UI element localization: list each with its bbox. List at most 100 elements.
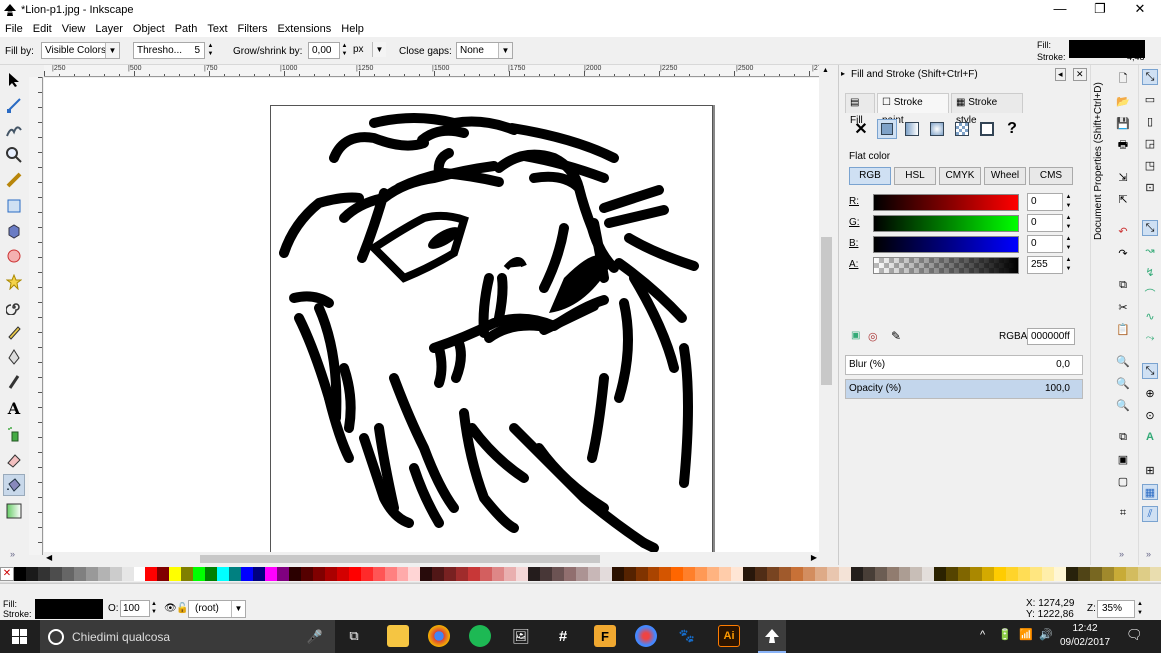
rgba-input[interactable]: 000000ff (1027, 328, 1075, 345)
drawing-canvas[interactable] (44, 78, 819, 552)
palette-swatch[interactable] (1077, 567, 1090, 581)
palette-swatch[interactable] (826, 567, 839, 581)
palette-swatch[interactable] (695, 567, 708, 581)
palette-swatch[interactable] (898, 567, 911, 581)
palette-swatch[interactable] (671, 567, 684, 581)
palette-swatch[interactable] (1018, 567, 1031, 581)
xml-editor-icon[interactable]: ⌗ (1115, 505, 1131, 521)
action-center-icon[interactable]: 🗨 (1126, 627, 1143, 643)
no-paint-icon[interactable]: ✕ (851, 119, 871, 139)
menu-file[interactable]: File (0, 23, 28, 35)
palette-swatch[interactable] (468, 567, 481, 581)
pencil-tool[interactable] (3, 321, 25, 343)
undo-icon[interactable]: ↶ (1115, 223, 1131, 239)
close-dialog-icon[interactable]: ✕ (1073, 68, 1087, 81)
measure-tool[interactable] (3, 169, 25, 191)
palette-swatch[interactable] (456, 567, 469, 581)
spray-tool[interactable] (3, 423, 25, 445)
palette-swatch[interactable] (886, 567, 899, 581)
palette-swatch[interactable] (802, 567, 815, 581)
slack-icon[interactable]: # (552, 625, 574, 647)
battery-icon[interactable]: 🔋 (998, 628, 1012, 641)
palette-swatch[interactable] (623, 567, 636, 581)
palette-swatch[interactable] (838, 567, 851, 581)
clock-date[interactable]: 09/02/2017 (1058, 637, 1112, 648)
menu-path[interactable]: Path (170, 23, 203, 35)
palette-swatch[interactable] (563, 567, 576, 581)
threshold-input[interactable]: Thresho... 5 (133, 42, 205, 59)
blur-slider[interactable]: Blur (%) 0,0 (845, 355, 1083, 375)
palette-swatch[interactable] (1125, 567, 1138, 581)
layer-select[interactable]: (root) ▼ (188, 600, 246, 618)
palette-swatch[interactable] (241, 567, 254, 581)
palette-swatch[interactable] (504, 567, 517, 581)
opacity-spinner[interactable]: ▲ ▼ (151, 600, 157, 616)
palette-swatch[interactable] (37, 567, 50, 581)
palette-swatch[interactable] (551, 567, 564, 581)
palette-swatch[interactable] (121, 567, 134, 581)
open-icon[interactable]: 📂 (1115, 93, 1131, 109)
restore-button[interactable]: ❐ (1080, 0, 1120, 20)
palette-swatch[interactable] (348, 567, 361, 581)
new-document-icon[interactable]: 🗋 (1115, 71, 1131, 87)
mode-wheel[interactable]: Wheel (984, 167, 1026, 185)
chrome-icon[interactable] (428, 625, 450, 647)
snap-toggle-icon[interactable]: ⤡ (1142, 69, 1158, 85)
palette-swatch[interactable] (1137, 567, 1150, 581)
menu-object[interactable]: Object (128, 23, 170, 35)
palette-swatch[interactable] (587, 567, 600, 581)
zoom-tool[interactable] (3, 144, 25, 166)
photos-icon[interactable]: 🖼 (510, 625, 532, 647)
palette-swatch[interactable] (217, 567, 230, 581)
calligraphy-tool[interactable] (3, 371, 25, 393)
palette-swatch[interactable] (1113, 567, 1126, 581)
palette-swatch[interactable] (755, 567, 768, 581)
inkscape-taskbar-icon[interactable] (758, 620, 786, 653)
text-tool[interactable]: A (3, 397, 25, 419)
palette-swatch[interactable] (1149, 567, 1161, 581)
task-view-icon[interactable]: ⧉ (343, 625, 365, 647)
menu-view[interactable]: View (57, 23, 91, 35)
linear-gradient-icon[interactable] (902, 119, 922, 139)
snap-nodes-icon[interactable]: ⤡ (1142, 220, 1158, 236)
clock-time[interactable]: 12:42 (1062, 623, 1108, 634)
tweak-tool[interactable] (3, 119, 25, 141)
scroll-up-icon[interactable]: ▲ (822, 67, 829, 74)
ellipse-tool[interactable] (3, 245, 25, 267)
zoom-drawing-icon[interactable]: 🔍 (1115, 375, 1131, 391)
menu-edit[interactable]: Edit (28, 23, 57, 35)
channel-input[interactable]: 0 (1027, 193, 1063, 211)
menu-text[interactable]: Text (202, 23, 232, 35)
snap-bbox-center-icon[interactable]: ⊡ (1142, 179, 1158, 195)
palette-swatch[interactable] (635, 567, 648, 581)
palette-swatch[interactable] (109, 567, 122, 581)
snap-intersections-icon[interactable]: ↯ (1142, 264, 1158, 280)
paint-app-icon[interactable] (635, 625, 657, 647)
palette-swatch[interactable] (444, 567, 457, 581)
horizontal-scroll-thumb[interactable] (200, 555, 600, 563)
palette-swatch[interactable] (958, 567, 971, 581)
palette-swatch[interactable] (946, 567, 959, 581)
mode-rgb[interactable]: RGB (849, 167, 891, 185)
vertical-scroll-thumb[interactable] (821, 237, 832, 385)
layer-lock-icon[interactable]: 🔓 (176, 603, 188, 614)
palette-swatch[interactable] (994, 567, 1007, 581)
palette-swatch[interactable] (336, 567, 349, 581)
palette-swatch[interactable] (743, 567, 756, 581)
mode-hsl[interactable]: HSL (894, 167, 936, 185)
windows-start-icon[interactable] (12, 629, 27, 644)
palette-swatch[interactable] (73, 567, 86, 581)
pen-tool[interactable] (3, 346, 25, 368)
palette-swatch[interactable] (516, 567, 528, 581)
fill-by-select[interactable]: Visible Colors ▼ (41, 42, 120, 59)
channel-input[interactable]: 0 (1027, 235, 1063, 253)
snap-smooth-icon[interactable]: ∿ (1142, 308, 1158, 324)
tab-stroke-style[interactable]: ▦ Stroke style (951, 93, 1023, 126)
lion-drawing[interactable] (44, 78, 819, 552)
threshold-spinner[interactable]: ▲ ▼ (206, 42, 215, 59)
channel-slider[interactable] (873, 236, 1019, 253)
palette-swatch[interactable] (253, 567, 266, 581)
palette-swatch[interactable] (133, 567, 146, 581)
snap-bbox-mid-icon[interactable]: ◳ (1142, 157, 1158, 173)
palette-swatch[interactable] (300, 567, 313, 581)
